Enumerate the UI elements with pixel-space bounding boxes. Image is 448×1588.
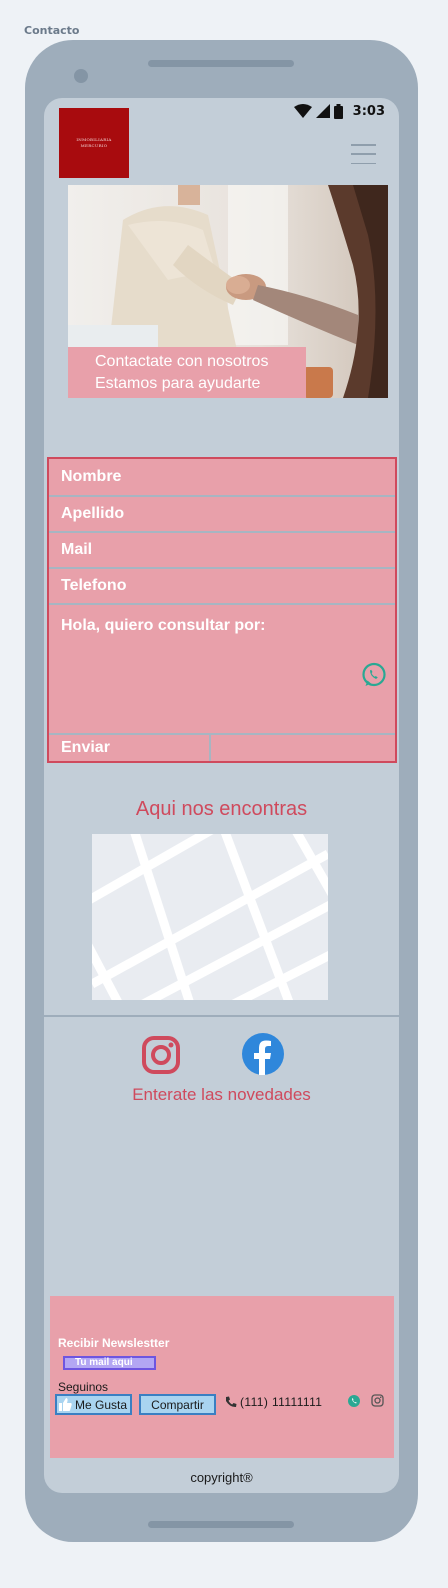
status-bar: 3:03 [293,102,385,120]
hero-caption-line2: Estamos para ayudarte [95,375,261,392]
map-streets [92,834,328,1000]
hero-image: Contactate con nosotros Estamos para ayu… [68,185,388,398]
nombre-field[interactable]: Nombre [49,459,395,497]
follow-label: Seguinos [58,1380,109,1394]
phone-icon [226,1396,237,1408]
like-label: Me Gusta [75,1397,128,1412]
whatsapp-icon[interactable] [361,662,387,688]
social-tagline: Enterate las novedades [132,1085,311,1104]
thumbs-up-icon [59,1398,72,1411]
instagram-icon[interactable] [141,1035,181,1075]
phone-number: (111) 11111111 [240,1395,323,1409]
message-textarea[interactable]: Hola, quiero consultar por: [49,605,395,735]
copyright: copyright® [190,1470,253,1485]
page-label: Contacto [24,24,80,37]
apellido-field[interactable]: Apellido [49,497,395,533]
map[interactable] [92,834,328,1000]
instagram-icon-small[interactable] [371,1394,384,1407]
wifi-icon [293,104,312,118]
battery-icon [333,103,343,119]
signal-icon [315,104,330,118]
hero-caption: Contactate con nosotros Estamos para ayu… [68,347,306,398]
newsletter-label: Recibir Newslestter [58,1336,170,1350]
phone-contact[interactable]: (111) 11111111 [225,1395,322,1409]
section-divider [44,1015,399,1017]
submit-button[interactable]: Enviar [49,735,211,761]
send-row: Enviar [49,735,395,761]
location-title: Aqui nos encontras [135,798,308,820]
logo-text-line2: MERCURIO [80,143,108,148]
whatsapp-icon-small[interactable] [348,1395,360,1407]
home-indicator [148,1521,294,1528]
brand-logo[interactable]: INMOBILIARIA MERCURIO [59,108,129,178]
phone-frame: 3:03 INMOBILIARIA MERCURIO Contactate co… [25,40,418,1542]
status-time: 3:03 [352,103,385,119]
footer: Recibir Newslestter Tu mail aqui Seguino… [50,1296,394,1458]
like-button[interactable]: Me Gusta [55,1394,132,1415]
telefono-field[interactable]: Telefono [49,569,395,605]
phone-screen: 3:03 INMOBILIARIA MERCURIO Contactate co… [44,98,399,1493]
hero-caption-line1: Contactate con nosotros [95,353,269,370]
share-button[interactable]: Compartir [139,1394,216,1415]
facebook-icon[interactable] [242,1033,284,1075]
hamburger-menu-icon[interactable] [351,144,376,164]
contact-form: Nombre Apellido Mail Telefono Hola, quie… [47,457,397,763]
camera [74,69,88,83]
mail-field[interactable]: Mail [49,533,395,569]
speaker [148,60,294,67]
newsletter-email-input[interactable]: Tu mail aqui [63,1356,156,1370]
